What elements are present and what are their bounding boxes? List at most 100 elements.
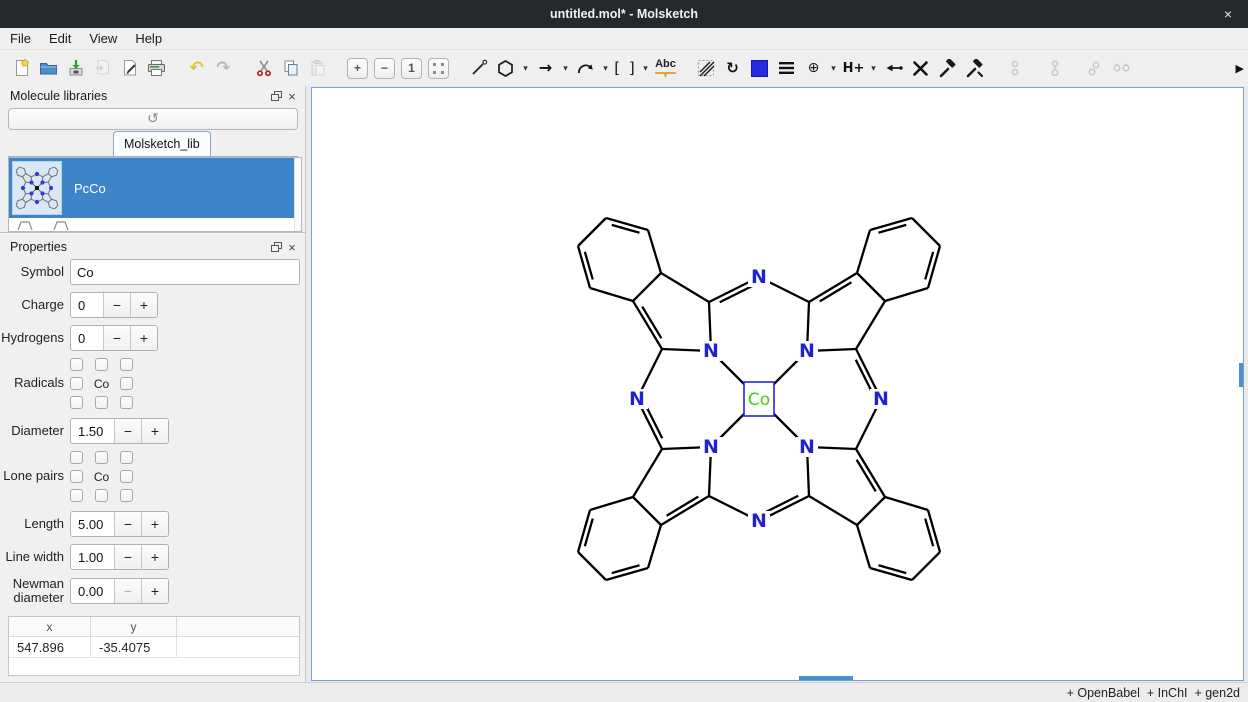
lone-pair-checkbox[interactable] bbox=[70, 489, 83, 502]
lone-pair-checkbox[interactable] bbox=[95, 489, 108, 502]
radical-checkbox[interactable] bbox=[70, 396, 83, 409]
zoom-out-button[interactable]: − bbox=[371, 55, 398, 82]
optimize-geometry-button[interactable] bbox=[961, 55, 988, 82]
draw-bond-button[interactable] bbox=[465, 55, 492, 82]
refresh-library-button[interactable]: ↺ bbox=[8, 108, 298, 130]
float-panel-icon[interactable] bbox=[268, 240, 284, 254]
charge-decrement-button[interactable]: − bbox=[103, 293, 130, 317]
save-as-button[interactable] bbox=[89, 55, 116, 82]
library-scrollbar[interactable] bbox=[294, 158, 301, 231]
line-width-value[interactable] bbox=[71, 545, 114, 569]
new-button[interactable] bbox=[8, 55, 35, 82]
charge-increment-button[interactable]: + bbox=[130, 293, 157, 317]
newman-increment-button[interactable]: + bbox=[141, 579, 168, 603]
lone-pair-checkbox[interactable] bbox=[120, 489, 133, 502]
charge-value[interactable] bbox=[71, 293, 103, 317]
color-picker-button[interactable] bbox=[746, 55, 773, 82]
zoom-fit-button[interactable] bbox=[425, 55, 452, 82]
lone-pair-checkbox[interactable] bbox=[120, 470, 133, 483]
hydrogen-button[interactable]: H+ bbox=[840, 55, 867, 82]
tab-molsketch-lib[interactable]: Molsketch_lib bbox=[113, 131, 211, 156]
undo-button[interactable]: ↶ bbox=[183, 55, 210, 82]
ring-button[interactable] bbox=[492, 55, 519, 82]
menu-view[interactable]: View bbox=[87, 31, 119, 46]
float-panel-icon[interactable] bbox=[268, 89, 284, 103]
radical-checkbox[interactable] bbox=[120, 377, 133, 390]
diameter-decrement-button[interactable]: − bbox=[114, 419, 141, 443]
menu-help[interactable]: Help bbox=[133, 31, 164, 46]
optimize-structure-button[interactable] bbox=[934, 55, 961, 82]
list-item-next-partial[interactable] bbox=[9, 218, 301, 231]
menu-edit[interactable]: Edit bbox=[47, 31, 73, 46]
copy-button[interactable] bbox=[277, 55, 304, 82]
delete-button[interactable] bbox=[907, 55, 934, 82]
line-width-increment-button[interactable]: + bbox=[141, 545, 168, 569]
bracket-dropdown[interactable]: ▾ bbox=[639, 55, 652, 82]
diameter-label: Diameter bbox=[0, 424, 64, 438]
charge-button[interactable]: ⊕ bbox=[800, 55, 827, 82]
length-increment-button[interactable]: + bbox=[141, 512, 168, 536]
window-close-icon[interactable]: × bbox=[1216, 0, 1240, 28]
hydrogen-dropdown[interactable]: ▾ bbox=[867, 55, 880, 82]
horizontal-scrollbar-thumb[interactable] bbox=[799, 676, 853, 680]
redo-button[interactable]: ↷ bbox=[210, 55, 237, 82]
text-tool-button[interactable]: Abc ▾ bbox=[652, 55, 679, 82]
column-header-y[interactable]: y bbox=[91, 617, 177, 636]
hash-selection-icon bbox=[697, 59, 715, 77]
save-button[interactable] bbox=[62, 55, 89, 82]
diameter-value[interactable] bbox=[71, 419, 114, 443]
newman-diameter-value[interactable] bbox=[71, 579, 114, 603]
lone-pair-checkbox[interactable] bbox=[70, 451, 83, 464]
list-item-pcco[interactable]: PcCo bbox=[9, 158, 301, 218]
open-button[interactable] bbox=[35, 55, 62, 82]
radical-checkbox[interactable] bbox=[95, 396, 108, 409]
reaction-arrow-button[interactable]: → bbox=[532, 55, 559, 82]
radical-checkbox[interactable] bbox=[120, 358, 133, 371]
reaction-arrow-dropdown[interactable]: ▾ bbox=[559, 55, 572, 82]
symbol-input[interactable] bbox=[70, 259, 300, 285]
cut-button[interactable] bbox=[250, 55, 277, 82]
length-value[interactable] bbox=[71, 512, 114, 536]
length-decrement-button[interactable]: − bbox=[114, 512, 141, 536]
hydrogens-value[interactable] bbox=[71, 326, 103, 350]
charge-dropdown[interactable]: ▾ bbox=[827, 55, 840, 82]
paste-button[interactable] bbox=[304, 55, 331, 82]
column-header-x[interactable]: x bbox=[9, 617, 91, 636]
drawing-canvas[interactable]: NNNNNNNNCo bbox=[311, 87, 1244, 681]
lone-pair-checkbox[interactable] bbox=[120, 451, 133, 464]
connect-button[interactable] bbox=[880, 55, 907, 82]
toolbar-expand-button[interactable]: ▶ bbox=[1236, 62, 1244, 75]
radical-checkbox[interactable] bbox=[120, 396, 133, 409]
print-button[interactable] bbox=[143, 55, 170, 82]
radical-checkbox[interactable] bbox=[70, 358, 83, 371]
rotate-button[interactable]: ↻ bbox=[719, 55, 746, 82]
zoom-original-button[interactable]: 1 bbox=[398, 55, 425, 82]
radical-checkbox[interactable] bbox=[70, 377, 83, 390]
zoom-in-button[interactable]: + bbox=[344, 55, 371, 82]
lone-pair-checkbox[interactable] bbox=[70, 470, 83, 483]
export-button[interactable] bbox=[116, 55, 143, 82]
line-width-button[interactable] bbox=[773, 55, 800, 82]
close-panel-icon[interactable]: × bbox=[284, 240, 300, 254]
radicals-row: Radicals Co bbox=[0, 358, 306, 409]
menu-file[interactable]: File bbox=[8, 31, 33, 46]
radical-checkbox[interactable] bbox=[95, 358, 108, 371]
mechanism-arrow-button[interactable] bbox=[572, 55, 599, 82]
statusbar-plugins-text: + OpenBabel + InChI + gen2d bbox=[1067, 686, 1240, 700]
hydrogens-increment-button[interactable]: + bbox=[130, 326, 157, 350]
cell-y-value[interactable]: -35.4075 bbox=[91, 637, 177, 657]
ring-dropdown[interactable]: ▾ bbox=[519, 55, 532, 82]
delete-x-icon bbox=[912, 60, 929, 77]
cell-x-value[interactable]: 547.896 bbox=[9, 637, 91, 657]
bracket-button[interactable]: [ ] bbox=[612, 55, 639, 82]
hammer-icon bbox=[938, 59, 957, 78]
molecule-drawing[interactable]: NNNNNNNNCo bbox=[312, 88, 1243, 680]
vertical-scrollbar-thumb[interactable] bbox=[1239, 363, 1243, 387]
mechanism-arrow-dropdown[interactable]: ▾ bbox=[599, 55, 612, 82]
diameter-increment-button[interactable]: + bbox=[141, 419, 168, 443]
hydrogens-decrement-button[interactable]: − bbox=[103, 326, 130, 350]
line-width-decrement-button[interactable]: − bbox=[114, 545, 141, 569]
close-panel-icon[interactable]: × bbox=[284, 89, 300, 103]
selection-hash-button[interactable] bbox=[692, 55, 719, 82]
lone-pair-checkbox[interactable] bbox=[95, 451, 108, 464]
